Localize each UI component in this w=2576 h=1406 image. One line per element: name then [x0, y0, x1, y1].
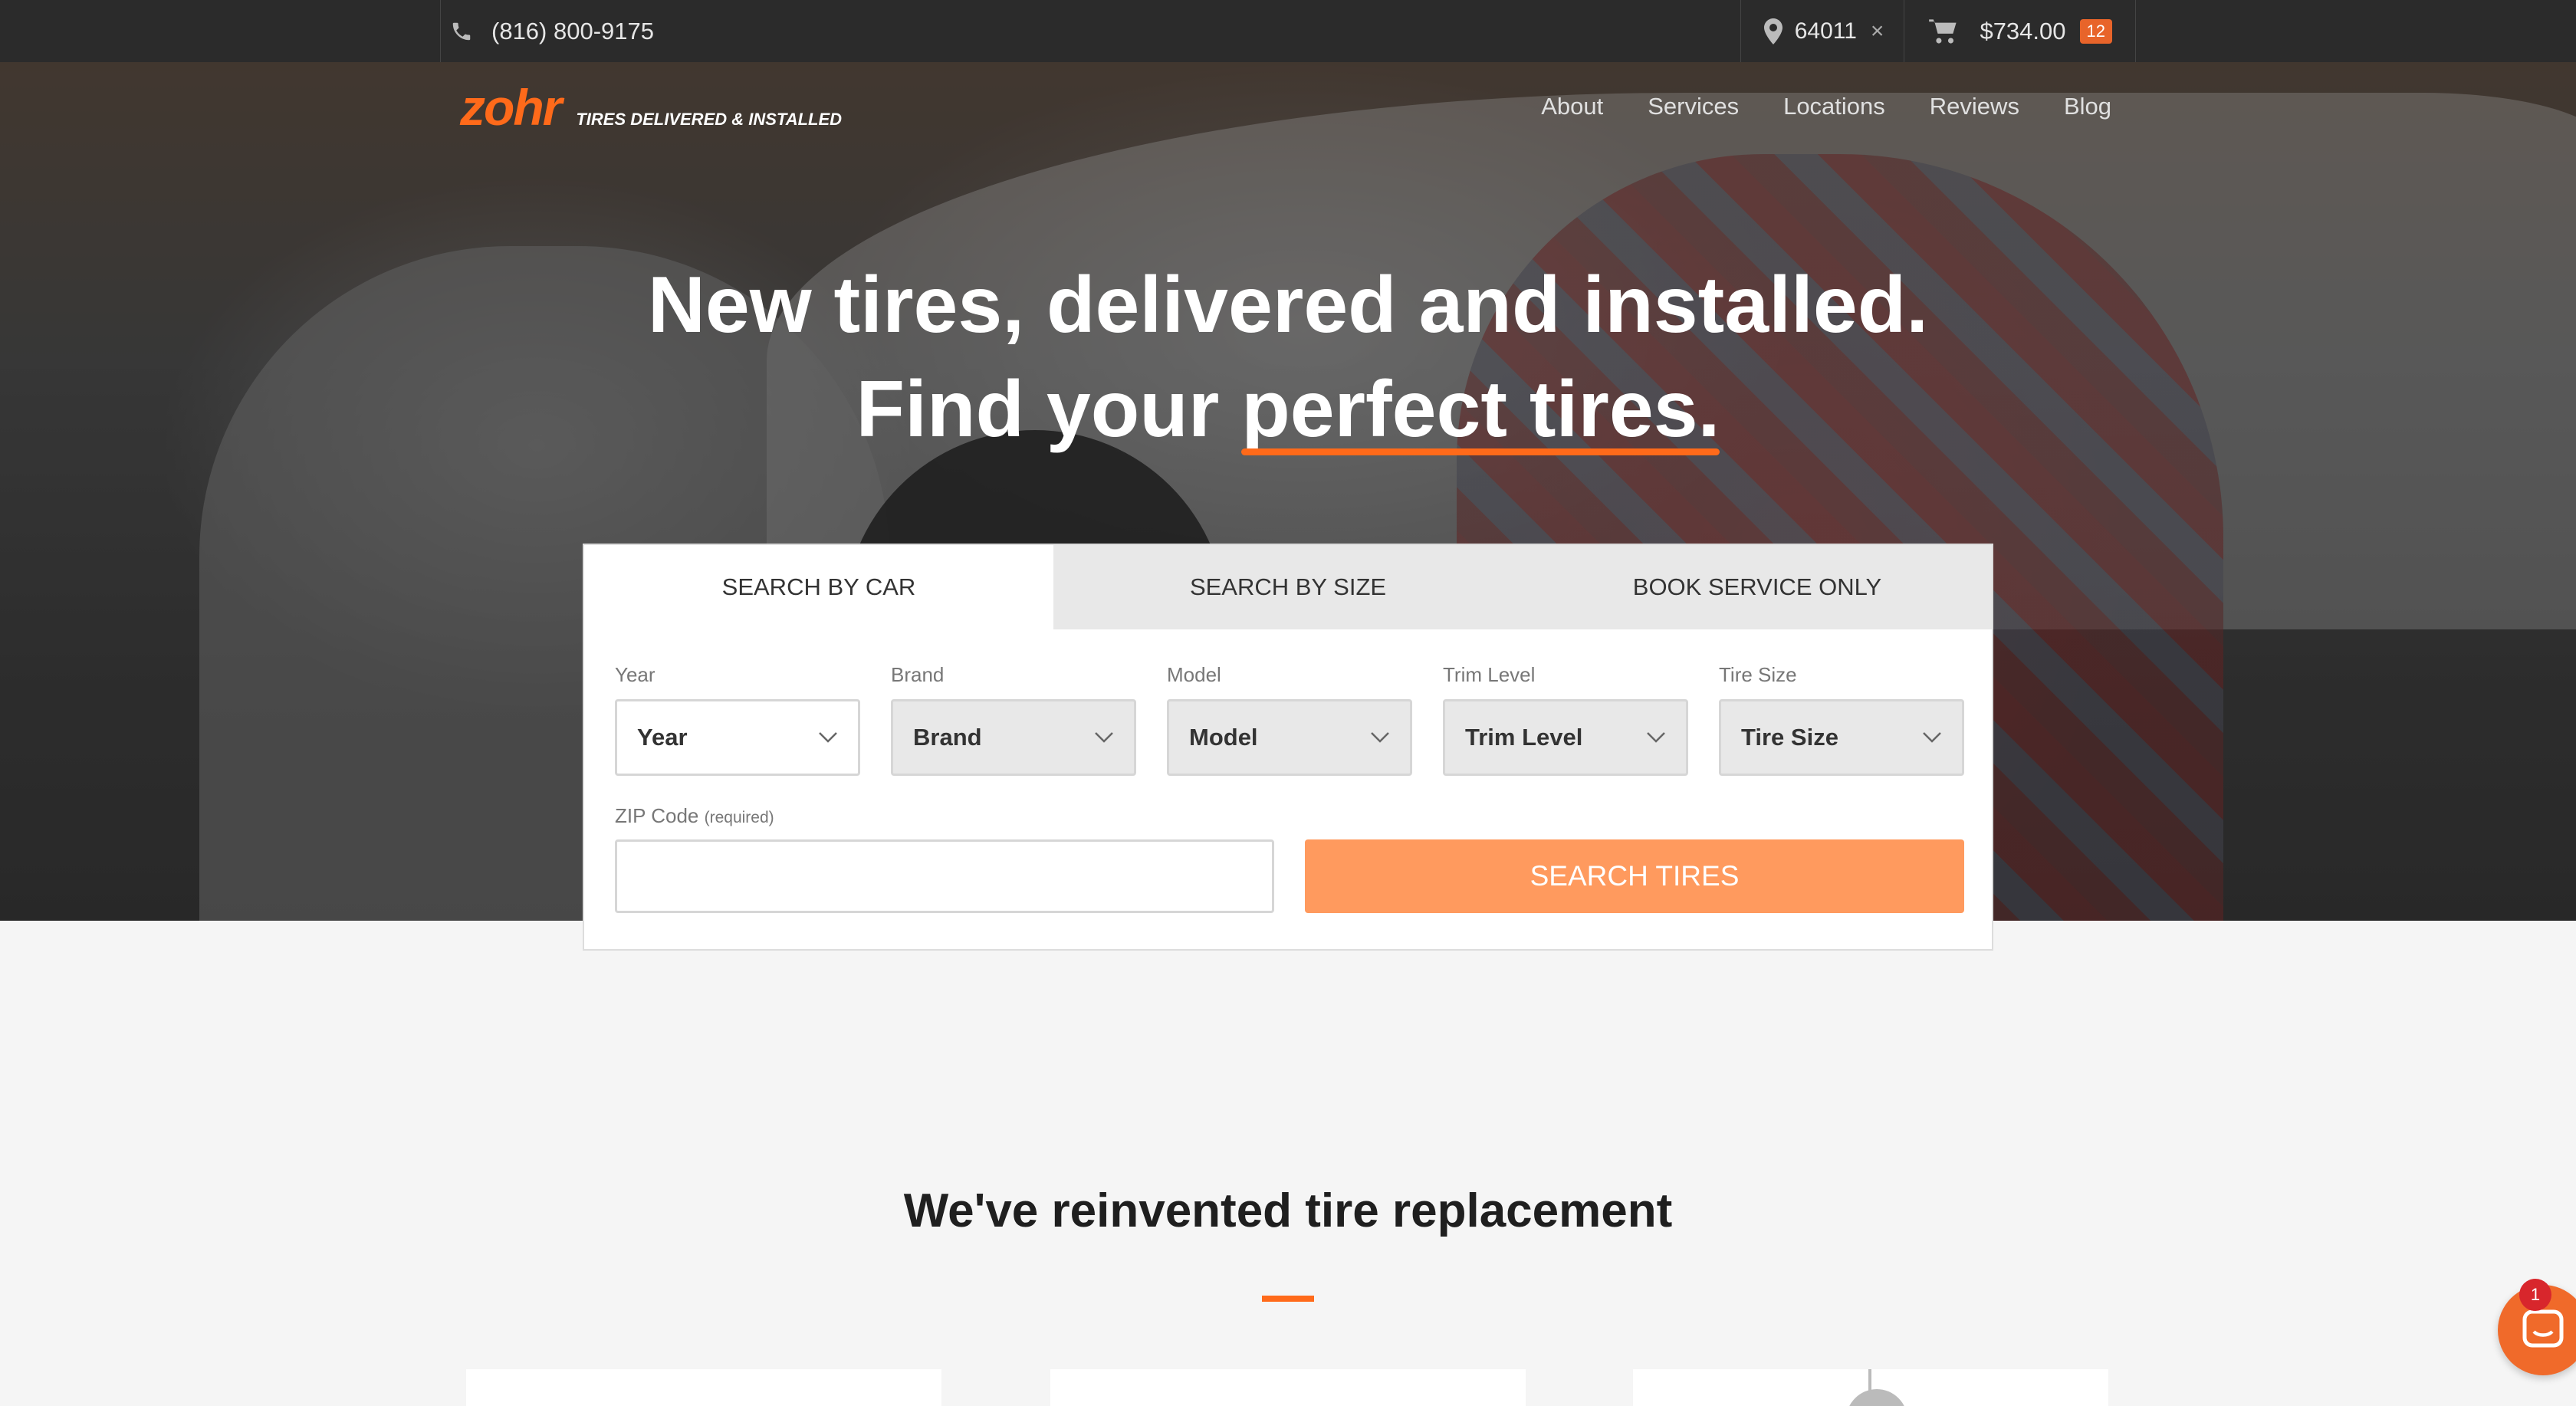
- cart-count-badge: 12: [2079, 18, 2112, 44]
- brand-field: Brand Brand: [891, 663, 1136, 776]
- cart-total: $734.00: [1980, 17, 2066, 44]
- zip-value: 64011: [1794, 18, 1857, 44]
- year-select-value: Year: [637, 724, 688, 751]
- model-label: Model: [1167, 663, 1221, 686]
- brand-select[interactable]: Brand: [891, 699, 1136, 776]
- section-title: We've reinvented tire replacement: [903, 1184, 1673, 1237]
- zip-code-required-note: (required): [704, 809, 774, 826]
- zip-code-label-text: ZIP Code: [615, 804, 699, 827]
- model-field: Model Model: [1167, 663, 1412, 776]
- chevron-down-icon: [1647, 732, 1665, 743]
- search-tires-button[interactable]: SEARCH TIRES: [1305, 839, 1964, 913]
- chat-unread-badge: 1: [2519, 1279, 2551, 1311]
- hero-headline: New tires, delivered and installed. Find…: [0, 253, 2576, 462]
- hero-headline-line2-prefix: Find your: [856, 365, 1242, 454]
- tire-size-label: Tire Size: [1719, 663, 1797, 686]
- year-select[interactable]: Year: [615, 699, 860, 776]
- chevron-down-icon: [819, 732, 837, 743]
- location-pin-icon: [1763, 18, 1783, 44]
- hero-headline-line1: New tires, delivered and installed.: [647, 261, 1929, 350]
- tire-size-select[interactable]: Tire Size: [1719, 699, 1964, 776]
- top-utility-bar: (816) 800-9175 64011 × $734.00 12: [0, 0, 2576, 62]
- brand-label: Brand: [891, 663, 945, 686]
- year-field: Year Year: [615, 663, 860, 776]
- cart-link[interactable]: $734.00 12: [1904, 0, 2135, 62]
- hero-headline-highlight: perfect tires.: [1241, 357, 1720, 462]
- zip-indicator[interactable]: 64011 ×: [1740, 0, 1905, 62]
- top-utility-inner: (816) 800-9175 64011 × $734.00 12: [440, 0, 2136, 62]
- tire-size-select-value: Tire Size: [1741, 724, 1838, 751]
- zip-code-input[interactable]: [615, 839, 1274, 913]
- tire-size-field: Tire Size Tire Size: [1719, 663, 1964, 776]
- tab-search-by-size[interactable]: SEARCH BY SIZE: [1053, 545, 1523, 629]
- model-select[interactable]: Model: [1167, 699, 1412, 776]
- topbar-right: 64011 × $734.00 12: [1740, 0, 2135, 62]
- logo-wordmark: zohr: [460, 79, 562, 136]
- nav-blog[interactable]: Blog: [2064, 93, 2111, 120]
- nav-services[interactable]: Services: [1648, 93, 1739, 120]
- trim-level-select-value: Trim Level: [1465, 724, 1583, 751]
- nav-about[interactable]: About: [1541, 93, 1603, 120]
- nav-locations[interactable]: Locations: [1783, 93, 1885, 120]
- search-tabs: SEARCH BY CAR SEARCH BY SIZE BOOK SERVIC…: [584, 545, 1992, 629]
- trim-level-select[interactable]: Trim Level: [1443, 699, 1688, 776]
- feature-card: [1050, 1369, 1526, 1406]
- section-title-underline: [1262, 1296, 1314, 1302]
- cart-icon: [1929, 18, 1957, 44]
- trim-level-label: Trim Level: [1443, 663, 1536, 686]
- phone-icon: [452, 22, 471, 40]
- feature-card: [466, 1369, 941, 1406]
- trim-level-field: Trim Level Trim Level: [1443, 663, 1688, 776]
- phone-link[interactable]: (816) 800-9175: [450, 0, 654, 62]
- chevron-down-icon: [1371, 732, 1389, 743]
- site-header: zohr TIRES DELIVERED & INSTALLED About S…: [0, 62, 2576, 154]
- chevron-down-icon: [1095, 732, 1113, 743]
- model-select-value: Model: [1189, 724, 1258, 751]
- zip-code-label: ZIP Code (required): [615, 804, 774, 828]
- main-nav: About Services Locations Reviews Blog: [1541, 93, 2111, 120]
- brand-select-value: Brand: [913, 724, 982, 751]
- phone-number: (816) 800-9175: [491, 17, 654, 44]
- chevron-down-icon: [1923, 732, 1941, 743]
- vehicle-fields: Year Year Brand Brand Model Model Trim L…: [615, 663, 1964, 776]
- year-label: Year: [615, 663, 656, 686]
- tab-book-service-only[interactable]: BOOK SERVICE ONLY: [1523, 545, 1992, 629]
- nav-reviews[interactable]: Reviews: [1930, 93, 2019, 120]
- tab-search-by-car[interactable]: SEARCH BY CAR: [584, 545, 1053, 629]
- site-logo[interactable]: zohr TIRES DELIVERED & INSTALLED: [460, 82, 842, 133]
- clear-zip-icon[interactable]: ×: [1871, 18, 1884, 44]
- tire-search-panel: SEARCH BY CAR SEARCH BY SIZE BOOK SERVIC…: [583, 544, 1993, 951]
- logo-tagline: TIRES DELIVERED & INSTALLED: [576, 110, 843, 129]
- chat-bubble-icon: [2522, 1309, 2564, 1348]
